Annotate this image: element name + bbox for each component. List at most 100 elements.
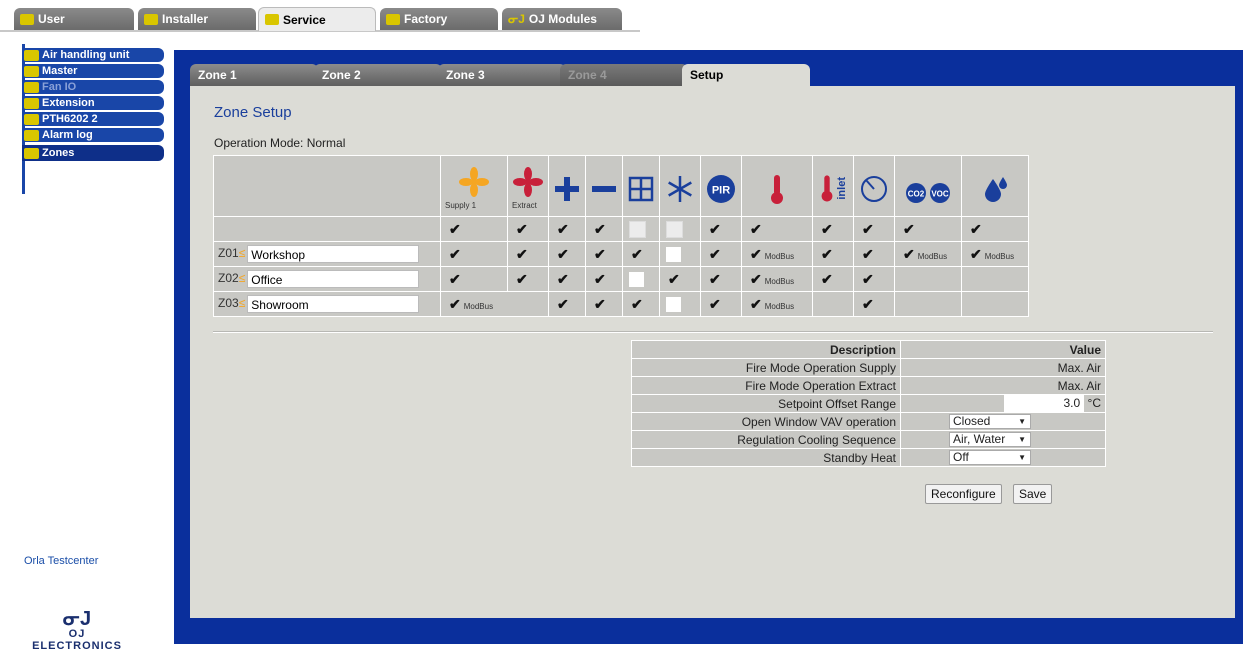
check-temp[interactable]: ✔	[750, 246, 762, 263]
divider	[213, 331, 1213, 333]
setpoint-offset-input[interactable]: 3.0	[1004, 395, 1085, 412]
check-pir[interactable]: ✔	[709, 246, 721, 263]
pir-text: PIR	[712, 185, 730, 197]
zone-name-input[interactable]: Showroom	[247, 295, 420, 313]
check-extract[interactable]: ✔	[516, 271, 528, 288]
settings-row: Setpoint Offset Range 3.0 °C	[631, 394, 1106, 413]
check-window[interactable]: ✔	[631, 246, 643, 263]
sidebar-item-master[interactable]: Master	[22, 64, 164, 78]
header-inlet: inlet	[812, 155, 854, 217]
check-minus[interactable]: ✔	[594, 296, 606, 313]
check-window[interactable]: ✔	[631, 296, 643, 313]
header-cooling	[659, 155, 701, 217]
checkbox-window[interactable]	[629, 271, 644, 287]
sidebar-item-extension[interactable]: Extension	[22, 96, 164, 110]
check-pir[interactable]: ✔	[709, 271, 721, 288]
tab-zone-3[interactable]: Zone 3	[438, 64, 566, 86]
check-pir[interactable]: ✔	[709, 221, 721, 238]
sidebar-item-pth6202[interactable]: PTH6202 2	[22, 112, 164, 126]
check-humidity[interactable]: ✔	[970, 221, 982, 238]
check-co2[interactable]: ✔	[903, 246, 915, 263]
settings-table: Description Value Fire Mode Operation Su…	[631, 340, 1106, 467]
check-pir[interactable]: ✔	[709, 296, 721, 313]
sidebar-item-alarm-log[interactable]: Alarm log	[22, 128, 164, 142]
zone-name-input[interactable]: Office	[247, 270, 420, 288]
check-inlet[interactable]: ✔	[821, 271, 833, 288]
tab-service[interactable]: Service	[258, 7, 376, 31]
check-temp[interactable]: ✔	[750, 271, 762, 288]
tab-zone-1[interactable]: Zone 1	[190, 64, 318, 86]
checkbox-cooling[interactable]	[666, 246, 681, 262]
table-row: Z03≤ Showroom ✔ ModBus ✔ ✔ ✔ ✔ ✔ ModBus ✔	[213, 291, 1029, 317]
logo-text: OJ ELECTRONICS	[32, 628, 122, 652]
supply-fan-icon	[459, 167, 489, 197]
header-humidity	[961, 155, 1029, 217]
check-setpoint[interactable]: ✔	[862, 296, 874, 313]
zone-name-input[interactable]: Workshop	[247, 245, 420, 263]
tab-setup[interactable]: Setup	[682, 64, 810, 86]
testcenter-link[interactable]: Orla Testcenter	[24, 555, 98, 567]
check-humidity[interactable]: ✔	[970, 246, 982, 263]
voc-text: VOC	[931, 190, 949, 199]
check-inlet[interactable]: ✔	[821, 221, 833, 238]
co2-text: CO2	[908, 190, 925, 199]
check-co2[interactable]: ✔	[903, 221, 915, 238]
tab-zone-2[interactable]: Zone 2	[314, 64, 442, 86]
check-setpoint[interactable]: ✔	[862, 271, 874, 288]
check-minus[interactable]: ✔	[594, 221, 606, 238]
check-extract[interactable]: ✔	[516, 221, 528, 238]
check-plus[interactable]: ✔	[557, 221, 569, 238]
check-plus[interactable]: ✔	[557, 296, 569, 313]
sidebar-item-air-handling-unit[interactable]: Air handling unit	[22, 48, 164, 62]
check-cooling[interactable]: ✔	[668, 271, 680, 288]
oj-logo-mark: ᓂJ	[62, 608, 92, 630]
checkbox-window[interactable]	[629, 220, 646, 238]
tab-installer[interactable]: Installer	[138, 8, 256, 30]
reconfigure-button[interactable]: Reconfigure	[925, 484, 1002, 504]
all-label	[213, 216, 441, 242]
check-supply[interactable]: ✔	[449, 246, 461, 263]
arrow-icon	[24, 49, 39, 61]
signal-icon: ≤	[238, 271, 246, 286]
check-plus[interactable]: ✔	[557, 271, 569, 288]
tab-oj-modules[interactable]: ᓂJ OJ Modules	[502, 8, 622, 30]
check-minus[interactable]: ✔	[594, 246, 606, 263]
modbus-label: ModBus	[764, 276, 795, 286]
sidebar-item-zones[interactable]: Zones	[22, 145, 164, 161]
extract-label: Extract	[512, 201, 537, 210]
zone-id: Z03	[218, 296, 239, 311]
check-plus[interactable]: ✔	[557, 246, 569, 263]
installer-icon	[144, 13, 158, 25]
oj-electronics-logo: ᓂJ OJ ELECTRONICS	[22, 608, 132, 652]
check-setpoint[interactable]: ✔	[862, 221, 874, 238]
value-header: Value	[900, 340, 1106, 359]
checkbox-cooling[interactable]	[666, 296, 681, 312]
signal-icon: ≤	[238, 246, 246, 261]
setting-desc: Fire Mode Operation Extract	[631, 376, 901, 395]
check-inlet[interactable]: ✔	[821, 246, 833, 263]
check-setpoint[interactable]: ✔	[862, 246, 874, 263]
tab-user[interactable]: User	[14, 8, 134, 30]
sidebar-item-fan-io[interactable]: Fan IO	[22, 80, 164, 94]
check-supply[interactable]: ✔	[449, 271, 461, 288]
supply-label: Supply 1	[445, 201, 477, 210]
check-temp[interactable]: ✔	[750, 296, 762, 313]
setting-desc: Setpoint Offset Range	[631, 394, 901, 413]
zone-id: Z01	[218, 246, 239, 261]
checkbox-cooling[interactable]	[666, 220, 683, 238]
check-supply[interactable]: ✔	[449, 221, 461, 238]
cooling-sequence-select[interactable]: Air, Water ▼	[949, 432, 1031, 447]
service-icon	[265, 14, 279, 25]
save-button[interactable]: Save	[1013, 484, 1053, 504]
standby-heat-select[interactable]: Off ▼	[949, 450, 1031, 465]
co2-icon: CO2	[906, 183, 926, 203]
check-temp[interactable]: ✔	[750, 221, 762, 238]
voc-icon: VOC	[930, 183, 950, 203]
check-minus[interactable]: ✔	[594, 271, 606, 288]
setting-value: Max. Air	[900, 376, 1106, 395]
check-extract[interactable]: ✔	[516, 246, 528, 263]
check-supply[interactable]: ✔	[449, 296, 461, 313]
open-window-select[interactable]: Closed ▼	[949, 414, 1031, 429]
tab-factory[interactable]: Factory	[380, 8, 498, 30]
operation-mode: Operation Mode: Normal	[214, 136, 346, 150]
